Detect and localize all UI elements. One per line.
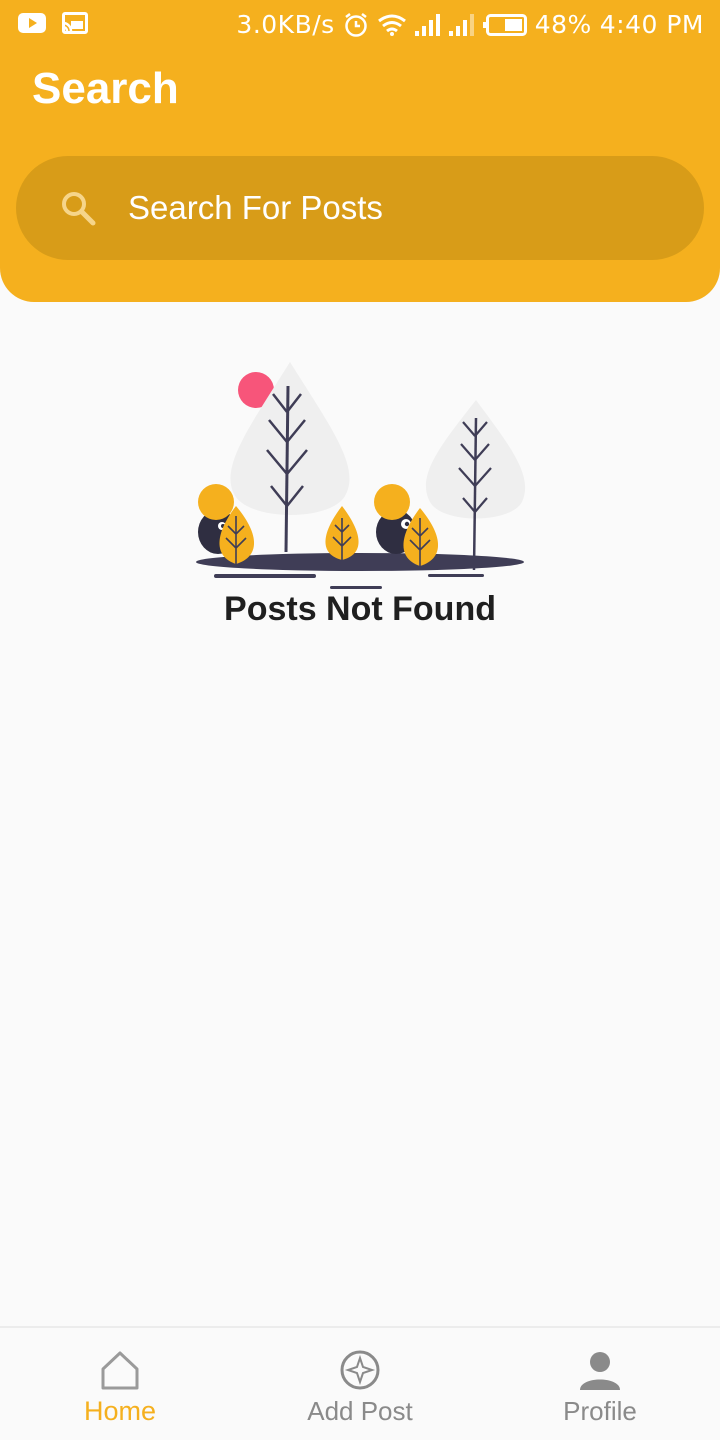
alarm-icon <box>343 12 369 38</box>
nav-item-add-post[interactable]: Add Post <box>240 1328 480 1440</box>
signal-icon <box>414 13 441 37</box>
nav-label-add-post: Add Post <box>307 1396 413 1426</box>
battery-level: 48% <box>534 10 592 39</box>
nav-item-profile[interactable]: Profile <box>480 1328 720 1440</box>
clock: 4:40 PM <box>599 10 704 39</box>
network-speed: 3.0KB/s <box>236 10 335 39</box>
profile-icon <box>580 1352 620 1390</box>
add-post-icon <box>340 1350 380 1390</box>
nav-label-home: Home <box>83 1396 157 1426</box>
signal-icon <box>448 13 475 37</box>
youtube-icon <box>18 12 46 34</box>
cast-icon <box>62 12 88 34</box>
page-title: Search <box>32 64 179 113</box>
header: 3.0KB/s 48% 4:40 PM Search <box>0 0 720 302</box>
wifi-icon <box>377 13 407 37</box>
search-input[interactable] <box>128 184 668 232</box>
status-bar: 3.0KB/s 48% 4:40 PM <box>0 0 720 50</box>
home-icon <box>101 1351 139 1390</box>
battery-icon <box>482 13 527 36</box>
empty-state-illustration <box>196 362 526 589</box>
search-bar[interactable] <box>16 156 704 260</box>
nav-label-profile: Profile <box>563 1396 637 1426</box>
search-icon <box>62 192 96 226</box>
empty-state-message: Posts Not Found <box>224 590 496 628</box>
nav-item-home[interactable]: Home <box>0 1328 240 1440</box>
bottom-navigation: Home Add Post Profile <box>0 1326 720 1440</box>
